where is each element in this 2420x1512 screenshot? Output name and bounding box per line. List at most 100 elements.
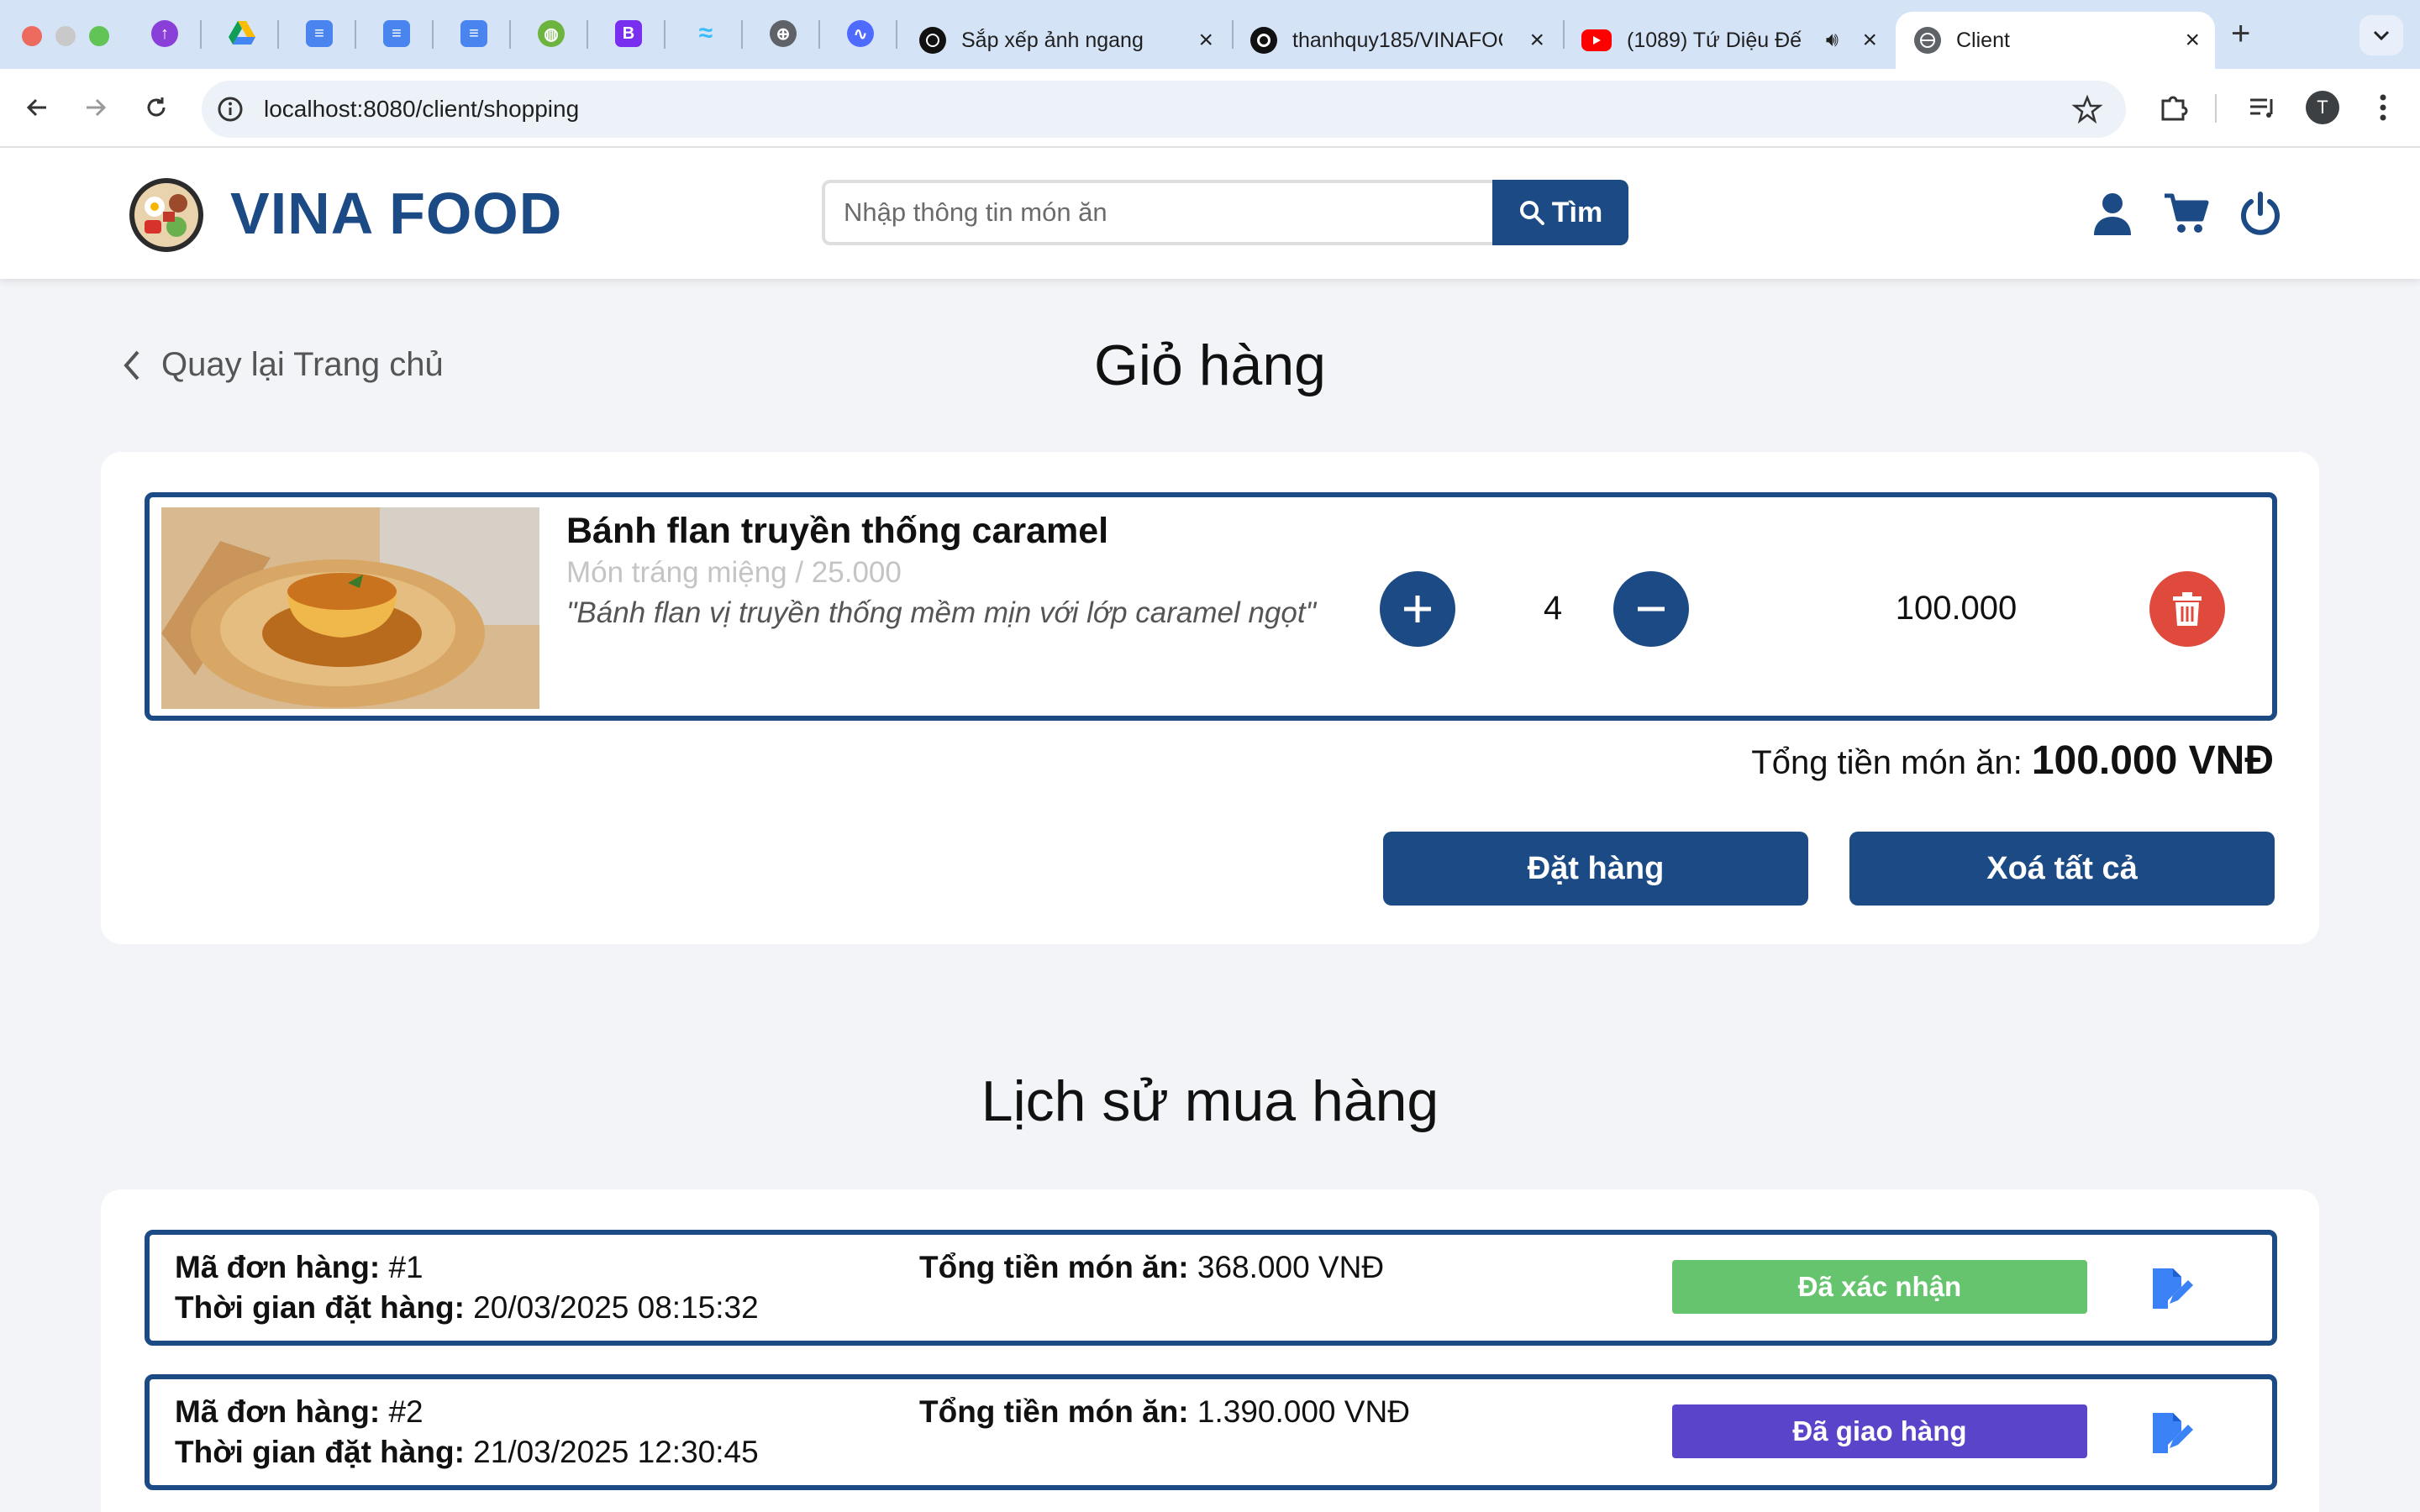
vina-food-logo[interactable] xyxy=(126,173,207,254)
browser-toolbar: localhost:8080/client/shopping T xyxy=(0,69,2420,148)
status-badge: Đã giao hàng xyxy=(1672,1404,2087,1458)
new-tab-button[interactable]: + xyxy=(2231,15,2250,53)
plus-icon xyxy=(1404,596,1431,622)
media-controls-button[interactable] xyxy=(2242,87,2282,128)
account-button[interactable] xyxy=(2086,186,2139,240)
pinned-tab-app[interactable]: ∿ xyxy=(844,17,877,50)
pinned-tab-docs-3[interactable]: ≡ xyxy=(457,17,491,50)
cart-item-meta: Món tráng miệng / 25.000 xyxy=(566,556,902,589)
decrease-quantity-button[interactable] xyxy=(1613,571,1689,647)
tab-separator xyxy=(818,20,820,49)
tab-youtube[interactable]: (1089) Tứ Diệu Đế 🔊︎ × xyxy=(1563,12,1892,69)
tab-client-active[interactable]: Client × xyxy=(1896,12,2215,69)
place-order-button[interactable]: Đặt hàng xyxy=(1383,832,1808,906)
toolbar-divider xyxy=(2215,94,2217,123)
docs-icon: ≡ xyxy=(460,20,487,47)
trash-icon xyxy=(2173,592,2202,626)
search-bar: Tìm xyxy=(822,180,1628,245)
pinned-tab-spring[interactable]: ◍ xyxy=(534,17,568,50)
tab-separator xyxy=(432,20,434,49)
quantity-value: 4 xyxy=(1543,590,1563,627)
tab-separator xyxy=(277,20,279,49)
order-total-label: Tổng tiền món ăn: xyxy=(919,1250,1189,1284)
profile-button[interactable]: T xyxy=(2302,87,2343,128)
cart-total-value: 100.000 VNĐ xyxy=(2031,738,2274,783)
kebab-menu-icon xyxy=(2380,94,2386,121)
cart-item-subtotal: 100.000 xyxy=(1895,590,2018,627)
edit-order-icon[interactable] xyxy=(2148,1265,2195,1312)
forward-button[interactable] xyxy=(76,87,116,128)
search-input[interactable] xyxy=(822,180,1499,245)
tab-chatgpt[interactable]: Sắp xếp ảnh ngang × xyxy=(901,12,1228,69)
pinned-tab-globe[interactable]: ⊕ xyxy=(766,17,800,50)
tailwind-icon: ≈ xyxy=(698,19,713,47)
close-tab-icon[interactable]: × xyxy=(1198,27,1213,54)
order-time-label: Thời gian đặt hàng: xyxy=(175,1290,465,1325)
tab-title: Client xyxy=(1956,28,2010,52)
browser-menu-button[interactable] xyxy=(2363,87,2403,128)
openai-icon xyxy=(919,27,946,54)
back-button[interactable] xyxy=(17,87,57,128)
app-icon: ↑ xyxy=(151,20,178,47)
remove-item-button[interactable] xyxy=(2149,571,2225,647)
search-icon xyxy=(1519,201,1544,225)
order-id-label: Mã đơn hàng: xyxy=(175,1250,381,1284)
search-button-label: Tìm xyxy=(1551,196,1603,228)
cart-item-description: "Bánh flan vị truyền thống mềm mịn với l… xyxy=(566,596,1317,629)
close-tab-icon[interactable]: × xyxy=(2185,27,2200,54)
site-header: VINA FOOD Tìm xyxy=(0,148,2420,279)
tab-separator xyxy=(509,20,511,49)
minimize-window-button[interactable] xyxy=(55,26,76,46)
url-text: localhost:8080/client/shopping xyxy=(264,96,580,122)
pinned-tab-drive[interactable] xyxy=(225,17,259,50)
order-row: Mã đơn hàng: #2 Thời gian đặt hàng: 21/0… xyxy=(145,1374,2277,1490)
brand-name[interactable]: VINA FOOD xyxy=(230,180,562,247)
order-id: Mã đơn hàng: #1 xyxy=(175,1250,424,1285)
pinned-tab-1[interactable]: ↑ xyxy=(148,17,182,50)
bookmark-star-icon[interactable] xyxy=(2072,94,2102,124)
close-tab-icon[interactable]: × xyxy=(1529,27,1544,54)
pinned-tab-bootstrap[interactable]: B xyxy=(612,17,645,50)
pinned-tab-docs-1[interactable]: ≡ xyxy=(302,17,336,50)
pinned-tab-docs-2[interactable]: ≡ xyxy=(380,17,413,50)
playlist-icon xyxy=(2250,98,2273,118)
order-id-value: #2 xyxy=(388,1394,424,1429)
order-row: Mã đơn hàng: #1 Thời gian đặt hàng: 20/0… xyxy=(145,1230,2277,1346)
order-id-label: Mã đơn hàng: xyxy=(175,1394,381,1429)
tab-github[interactable]: thanhquy185/VINAFOOD × xyxy=(1232,12,1560,69)
cart-button[interactable] xyxy=(2160,186,2213,240)
order-time-value: 20/03/2025 08:15:32 xyxy=(473,1290,759,1325)
increase-quantity-button[interactable] xyxy=(1380,571,1455,647)
speaker-icon[interactable]: 🔊︎ xyxy=(1826,29,1839,52)
order-id-value: #1 xyxy=(388,1250,424,1284)
arrow-right-icon xyxy=(87,98,107,117)
logout-button[interactable] xyxy=(2233,186,2287,240)
search-button[interactable]: Tìm xyxy=(1492,180,1628,245)
address-bar[interactable]: localhost:8080/client/shopping xyxy=(202,81,2126,138)
order-total: Tổng tiền món ăn: 368.000 VNĐ xyxy=(919,1250,1384,1285)
reload-icon xyxy=(147,97,166,117)
close-tab-icon[interactable]: × xyxy=(1862,27,1877,54)
pinned-tab-tailwind[interactable]: ≈ xyxy=(689,17,723,50)
chevron-down-icon xyxy=(2373,30,2390,41)
order-total: Tổng tiền món ăn: 1.390.000 VNĐ xyxy=(919,1394,1410,1430)
cart-item-image xyxy=(161,507,539,709)
tab-separator xyxy=(200,20,202,49)
extensions-button[interactable] xyxy=(2153,87,2193,128)
close-window-button[interactable] xyxy=(22,26,42,46)
docs-icon: ≡ xyxy=(306,20,333,47)
edit-order-icon[interactable] xyxy=(2148,1410,2195,1457)
history-title: Lịch sử mua hàng xyxy=(981,1069,1439,1133)
site-info-icon[interactable] xyxy=(217,96,244,123)
tab-separator xyxy=(741,20,743,49)
spring-icon: ◍ xyxy=(538,20,565,47)
zoom-window-button[interactable] xyxy=(89,26,109,46)
order-time-value: 21/03/2025 12:30:45 xyxy=(473,1435,759,1469)
globe-icon: ⊕ xyxy=(770,20,797,47)
clear-all-button[interactable]: Xoá tất cả xyxy=(1849,832,2275,906)
browser-tab-strip: ↑ ≡ ≡ ≡ ◍ B ≈ ⊕ ∿ Sắp xếp ảnh ngang × th… xyxy=(0,0,2420,69)
arrow-left-icon xyxy=(26,98,46,117)
drive-icon xyxy=(229,21,255,45)
tab-search-button[interactable] xyxy=(2360,15,2403,55)
reload-button[interactable] xyxy=(136,87,176,128)
